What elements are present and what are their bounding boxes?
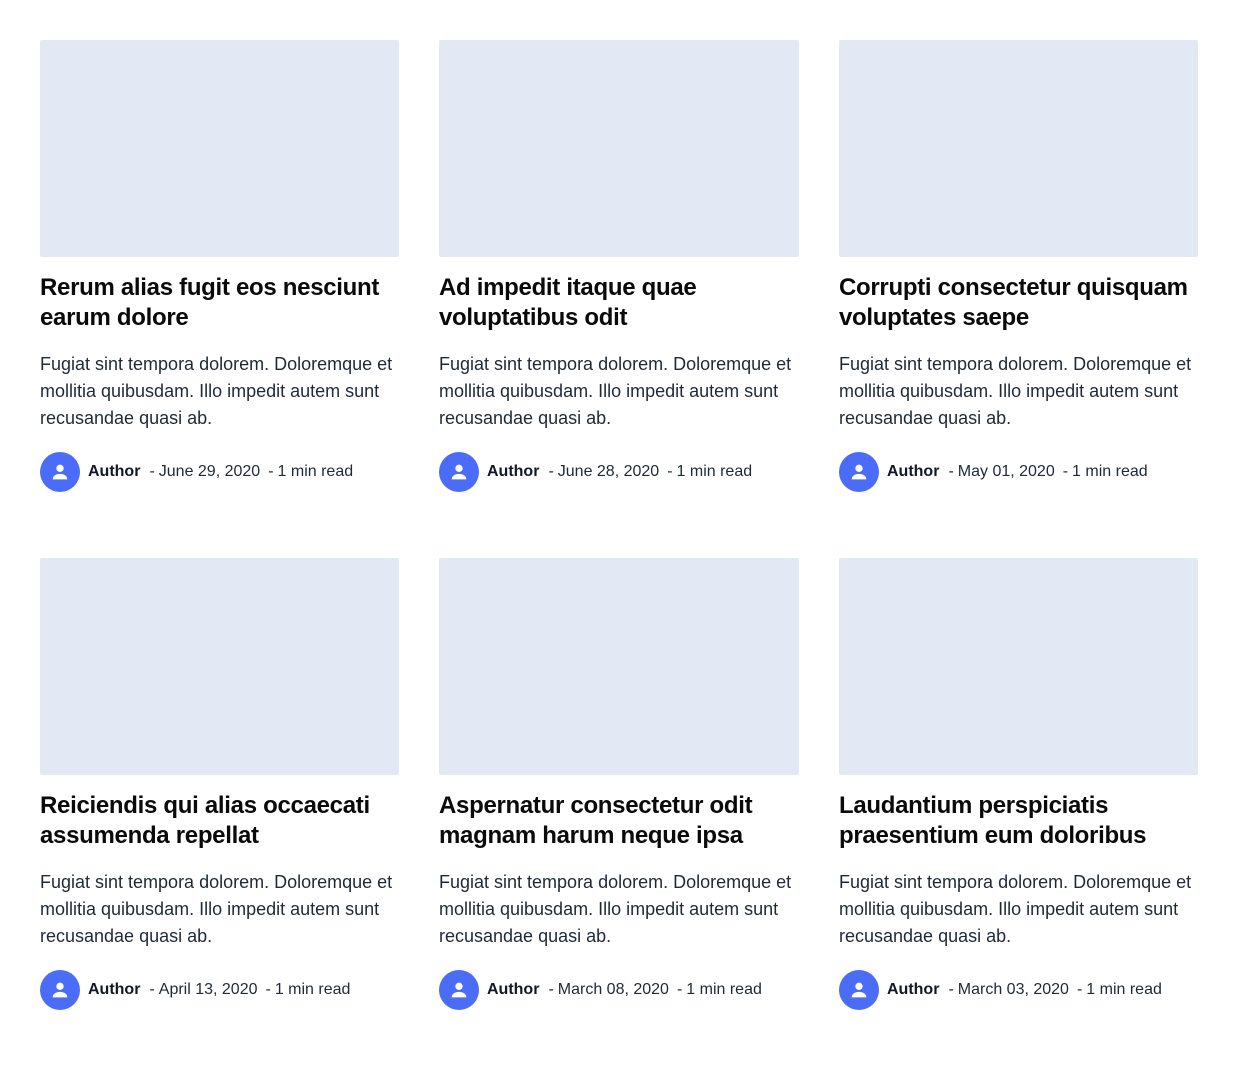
author-avatar[interactable] bbox=[40, 970, 80, 1010]
post-title[interactable]: Laudantium perspiciatis praesentium eum … bbox=[839, 791, 1198, 851]
post-excerpt: Fugiat sint tempora dolorem. Doloremque … bbox=[40, 872, 393, 946]
user-icon bbox=[851, 982, 867, 998]
author-name[interactable]: Author bbox=[88, 463, 140, 481]
post-thumbnail[interactable] bbox=[40, 558, 399, 775]
post-card[interactable]: Corrupti consectetur quisquam voluptates… bbox=[839, 40, 1198, 492]
post-date: June 28, 2020 bbox=[557, 463, 660, 480]
post-excerpt: Fugiat sint tempora dolorem. Doloremque … bbox=[439, 872, 792, 946]
post-date: April 13, 2020 bbox=[158, 981, 258, 998]
post-thumbnail[interactable] bbox=[839, 40, 1198, 257]
post-thumbnail[interactable] bbox=[40, 40, 399, 257]
post-thumbnail[interactable] bbox=[839, 558, 1198, 775]
post-thumbnail[interactable] bbox=[439, 40, 799, 257]
read-time: 1 min read bbox=[686, 981, 762, 998]
author-name[interactable]: Author bbox=[88, 981, 140, 999]
post-title[interactable]: Reiciendis qui alias occaecati assumenda… bbox=[40, 791, 399, 851]
post-title[interactable]: Aspernatur consectetur odit magnam harum… bbox=[439, 791, 799, 851]
post-meta: Author - June 28, 2020 - 1 min read bbox=[439, 452, 799, 492]
post-card[interactable]: Rerum alias fugit eos nesciunt earum dol… bbox=[40, 40, 399, 492]
read-time: 1 min read bbox=[277, 463, 354, 480]
user-icon bbox=[451, 464, 467, 480]
meta-separator: - bbox=[676, 981, 683, 998]
post-date: May 01, 2020 bbox=[957, 463, 1055, 480]
author-name[interactable]: Author bbox=[487, 981, 539, 999]
author-name[interactable]: Author bbox=[887, 981, 939, 999]
post-date: June 29, 2020 bbox=[158, 463, 261, 480]
read-time: 1 min read bbox=[1086, 981, 1162, 998]
post-title[interactable]: Corrupti consectetur quisquam voluptates… bbox=[839, 273, 1198, 333]
post-excerpt: Fugiat sint tempora dolorem. Doloremque … bbox=[40, 354, 393, 428]
post-thumbnail[interactable] bbox=[439, 558, 799, 775]
post-card[interactable]: Aspernatur consectetur odit magnam harum… bbox=[439, 558, 799, 1010]
read-time: 1 min read bbox=[274, 981, 351, 998]
meta-separator: - bbox=[1062, 463, 1069, 480]
author-avatar[interactable] bbox=[439, 452, 479, 492]
user-icon bbox=[52, 464, 68, 480]
user-icon bbox=[851, 464, 867, 480]
post-title[interactable]: Rerum alias fugit eos nesciunt earum dol… bbox=[40, 273, 399, 333]
post-meta: Author - May 01, 2020 - 1 min read bbox=[839, 452, 1198, 492]
author-name[interactable]: Author bbox=[487, 463, 539, 481]
meta-separator: - bbox=[667, 463, 673, 480]
meta-separator: - bbox=[149, 463, 155, 480]
meta-separator: - bbox=[1076, 981, 1083, 998]
author-avatar[interactable] bbox=[839, 452, 879, 492]
post-meta: Author - March 03, 2020 - 1 min read bbox=[839, 970, 1198, 1010]
post-title[interactable]: Ad impedit itaque quae voluptatibus odit bbox=[439, 273, 799, 333]
author-avatar[interactable] bbox=[839, 970, 879, 1010]
blog-post-grid: Rerum alias fugit eos nesciunt earum dol… bbox=[40, 40, 1198, 1010]
post-meta: Author - April 13, 2020 - 1 min read bbox=[40, 970, 399, 1010]
meta-separator: - bbox=[948, 981, 954, 998]
post-excerpt: Fugiat sint tempora dolorem. Doloremque … bbox=[839, 354, 1192, 428]
user-icon bbox=[451, 982, 467, 998]
post-date: March 03, 2020 bbox=[957, 981, 1069, 998]
post-date: March 08, 2020 bbox=[557, 981, 669, 998]
post-excerpt: Fugiat sint tempora dolorem. Doloremque … bbox=[439, 354, 792, 428]
meta-separator: - bbox=[265, 981, 271, 998]
author-avatar[interactable] bbox=[439, 970, 479, 1010]
post-excerpt: Fugiat sint tempora dolorem. Doloremque … bbox=[839, 872, 1192, 946]
post-card[interactable]: Ad impedit itaque quae voluptatibus odit… bbox=[439, 40, 799, 492]
post-card[interactable]: Reiciendis qui alias occaecati assumenda… bbox=[40, 558, 399, 1010]
read-time: 1 min read bbox=[1072, 463, 1148, 480]
meta-separator: - bbox=[548, 981, 554, 998]
meta-separator: - bbox=[548, 463, 554, 480]
meta-separator: - bbox=[149, 981, 155, 998]
meta-separator: - bbox=[948, 463, 954, 480]
author-name[interactable]: Author bbox=[887, 463, 939, 481]
user-icon bbox=[52, 982, 68, 998]
post-meta: Author - March 08, 2020 - 1 min read bbox=[439, 970, 799, 1010]
post-meta: Author - June 29, 2020 - 1 min read bbox=[40, 452, 399, 492]
author-avatar[interactable] bbox=[40, 452, 80, 492]
meta-separator: - bbox=[268, 463, 274, 480]
read-time: 1 min read bbox=[676, 463, 753, 480]
post-card[interactable]: Laudantium perspiciatis praesentium eum … bbox=[839, 558, 1198, 1010]
